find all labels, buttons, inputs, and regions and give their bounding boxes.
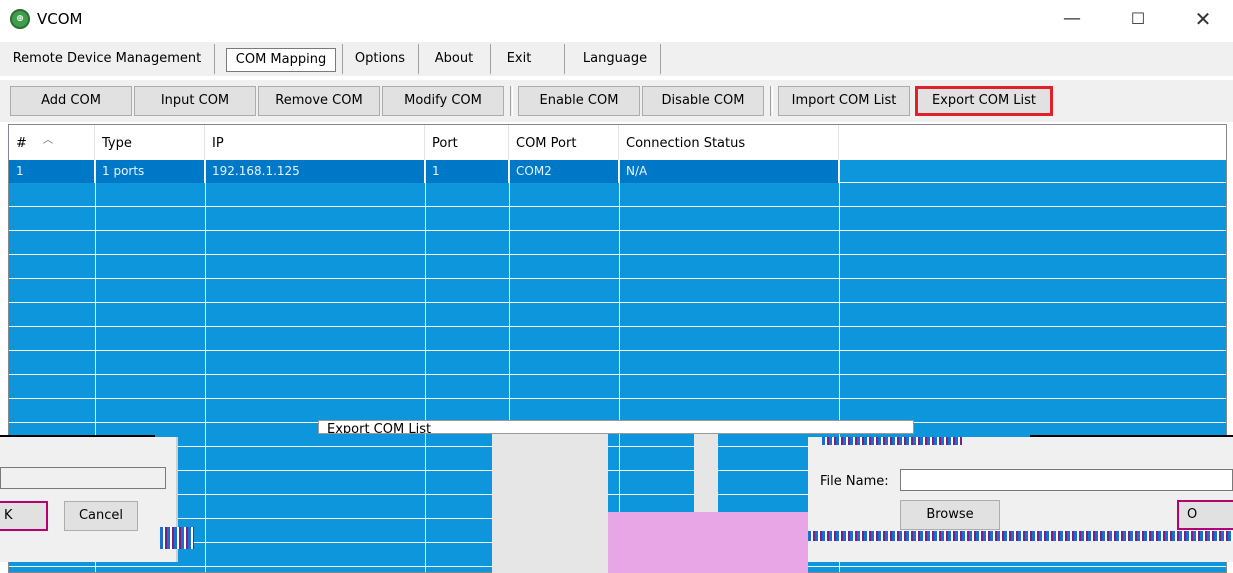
file-name-input[interactable]: [900, 469, 1233, 491]
modify-com-button[interactable]: Modify COM: [382, 86, 504, 116]
menu-options[interactable]: Options: [348, 46, 412, 72]
grid-line: [425, 160, 426, 572]
add-com-button[interactable]: Add COM: [10, 86, 132, 116]
table-row[interactable]: [9, 328, 1226, 351]
menu-separator: [490, 44, 491, 74]
window-title: VCOM: [37, 10, 83, 28]
menu-separator: [214, 44, 215, 74]
column-header-ip[interactable]: IP: [205, 125, 425, 160]
column-header-connection-status[interactable]: Connection Status: [619, 125, 839, 160]
menu-bar: Remote Device Management COM Mapping Opt…: [0, 42, 1233, 76]
menu-exit[interactable]: Exit: [500, 46, 538, 72]
enable-com-button[interactable]: Enable COM: [518, 86, 640, 116]
toolbar: Add COM Input COM Remove COM Modify COM …: [0, 80, 1233, 122]
render-glitch: [808, 531, 1233, 541]
column-header-type[interactable]: Type: [95, 125, 205, 160]
menu-separator: [342, 44, 343, 74]
cell-number: 1: [9, 160, 95, 183]
input-com-button[interactable]: Input COM: [134, 86, 256, 116]
table-row[interactable]: [9, 376, 1226, 399]
cell-com-port: COM2: [509, 160, 619, 183]
toolbar-separator: [510, 86, 513, 116]
export-com-list-button[interactable]: Export COM List: [915, 86, 1053, 116]
table-header: # ︿ Type IP Port COM Port Connection Sta…: [9, 125, 1226, 160]
ok-button[interactable]: O: [1177, 500, 1233, 530]
ok-button[interactable]: K: [0, 501, 48, 531]
export-dialog-titlebar: Export COM List: [318, 420, 914, 434]
column-header-port[interactable]: Port: [425, 125, 509, 160]
disable-com-button[interactable]: Disable COM: [642, 86, 764, 116]
cell-connection-status: N/A: [619, 160, 839, 183]
table-row[interactable]: [9, 280, 1226, 303]
cell-ip: 192.168.1.125: [205, 160, 425, 183]
table-row[interactable]: [9, 352, 1226, 375]
left-dialog-input[interactable]: [0, 467, 166, 489]
export-dialog: File Name: Browse O: [808, 437, 1233, 562]
remove-com-button[interactable]: Remove COM: [258, 86, 380, 116]
maximize-icon[interactable]: ☐: [1118, 6, 1158, 32]
left-dialog-fragment: K Cancel: [0, 437, 194, 562]
cell-port: 1: [425, 160, 509, 183]
toolbar-separator: [770, 86, 773, 116]
app-logo-icon: ⊕: [10, 9, 30, 29]
menu-remote-device-management[interactable]: Remote Device Management: [6, 46, 208, 72]
cell-type: 1 ports: [95, 160, 205, 183]
table-row[interactable]: [9, 232, 1226, 255]
menu-about[interactable]: About: [424, 46, 484, 72]
menu-separator: [418, 44, 419, 74]
menu-separator: [564, 44, 565, 74]
table-row[interactable]: [9, 208, 1226, 231]
table-row[interactable]: [9, 256, 1226, 279]
render-glitch: [160, 527, 194, 549]
column-header-com-port[interactable]: COM Port: [509, 125, 619, 160]
minimize-icon[interactable]: —: [1052, 6, 1092, 32]
render-glitch: [822, 437, 962, 445]
export-dialog-title: Export COM List: [327, 422, 432, 434]
file-name-label: File Name:: [820, 474, 889, 489]
menu-language[interactable]: Language: [574, 46, 656, 72]
sort-ascending-icon: ︿: [43, 135, 53, 146]
close-icon[interactable]: ✕: [1183, 6, 1223, 32]
grid-line: [205, 160, 206, 572]
cancel-button[interactable]: Cancel: [64, 501, 138, 531]
menu-com-mapping[interactable]: COM Mapping: [226, 48, 336, 72]
table-row[interactable]: [9, 184, 1226, 207]
table-row[interactable]: [9, 304, 1226, 327]
title-bar: ⊕ VCOM — ☐ ✕: [0, 0, 1233, 38]
dialog-highlight-fragment: [608, 512, 808, 573]
dialog-body-fragment: [492, 434, 608, 573]
import-com-list-button[interactable]: Import COM List: [778, 86, 910, 116]
browse-button[interactable]: Browse: [900, 500, 1000, 530]
menu-separator: [660, 44, 661, 74]
table-row[interactable]: 1 1 ports 192.168.1.125 1 COM2 N/A: [9, 160, 1226, 183]
